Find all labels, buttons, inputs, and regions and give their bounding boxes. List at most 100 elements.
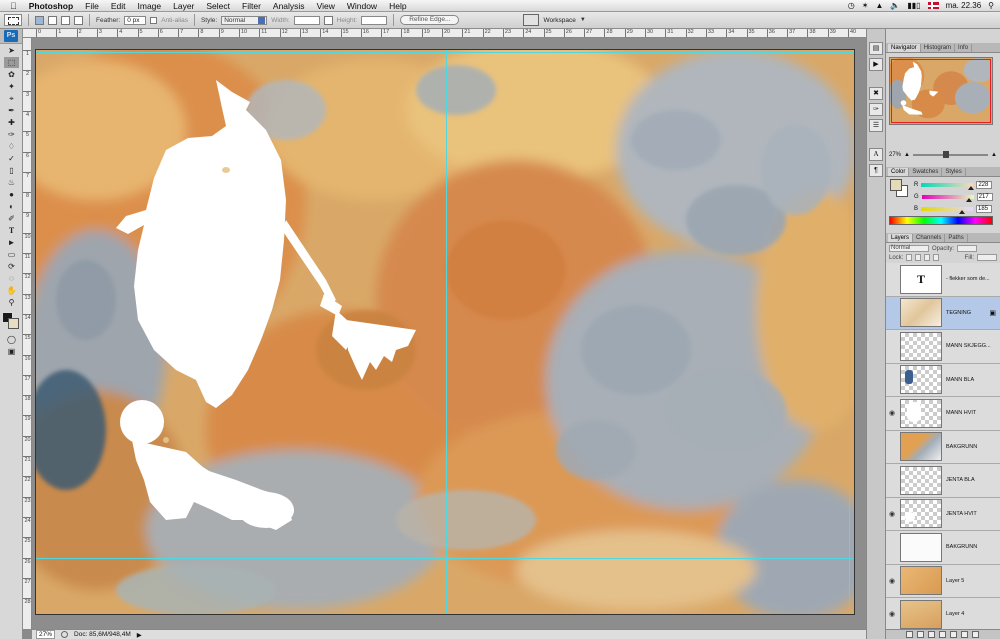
paragraph-panel-icon[interactable]: ¶ [869,164,883,177]
magic-wand-tool-icon[interactable]: ✦ [4,81,19,92]
layer-thumbnail[interactable] [900,398,942,428]
new-layer-icon[interactable] [961,631,968,638]
path-selection-tool-icon[interactable]: ► [4,237,19,248]
quick-mask-icon[interactable]: ◯ [4,334,19,345]
layer-name[interactable]: MANN HVIT [946,410,1000,416]
tab-swatches[interactable]: Swatches [909,168,943,176]
zoom-in-icon[interactable]: ▲ [991,152,997,158]
vertical-ruler[interactable]: 1 2 3 4 5 6 7 8 9 10 11 12 13 14 15 16 17 18 19 20 21 22 23 24 2… [23,38,32,629]
lasso-tool-icon[interactable]: ✿ [4,69,19,80]
menu-layer[interactable]: Layer [167,0,200,12]
layer-row[interactable]: ◉ MANN HVIT [886,397,1000,431]
lock-position-icon[interactable] [924,254,931,261]
eye-icon[interactable]: ◉ [886,409,898,417]
layer-name[interactable]: Layer 4 [946,611,1000,617]
clone-stamp-tool-icon[interactable]: ♢ [4,141,19,152]
tab-info[interactable]: Info [955,44,973,52]
new-selection-button[interactable] [35,15,44,25]
add-to-selection-button[interactable] [48,15,57,25]
color-swatches[interactable] [2,312,20,330]
menu-view[interactable]: View [311,0,341,12]
menu-select[interactable]: Select [200,0,236,12]
tab-layers[interactable]: Layers [888,234,914,242]
volume-icon[interactable]: 🔈 [890,1,900,10]
type-tool-icon[interactable]: T [4,225,19,236]
channel-b-slider[interactable] [921,207,974,214]
zoom-tool-icon[interactable]: ⚲ [4,297,19,308]
actions-panel-icon[interactable]: ▶ [869,58,883,71]
blur-tool-icon[interactable]: ● [4,189,19,200]
tool-preset-picker[interactable] [4,14,22,26]
background-color-swatch[interactable] [8,318,19,329]
layer-thumbnail[interactable] [900,432,942,462]
time-machine-icon[interactable]: ◷ [848,1,855,10]
3d-orbit-tool-icon[interactable]: ◌ [4,273,19,284]
workspace-menu[interactable]: Workspace [543,17,575,24]
eye-icon[interactable]: ◉ [886,610,898,618]
layer-row[interactable]: ◉ Layer 5 [886,564,1000,598]
app-menu[interactable]: Photoshop [23,0,79,12]
brush-tool-icon[interactable]: ✑ [4,129,19,140]
intersect-selection-button[interactable] [74,15,83,25]
blend-mode-select[interactable]: Normal [889,245,929,252]
tab-histogram[interactable]: Histogram [921,44,956,52]
layer-row[interactable]: MANN BLÅ [886,363,1000,397]
layer-thumbnail[interactable] [900,532,942,562]
navigator-view-box[interactable] [891,59,991,123]
layer-name[interactable]: Layer 5 [946,578,1000,584]
eye-icon[interactable]: ◉ [886,510,898,518]
tab-navigator[interactable]: Navigator [888,44,921,52]
dodge-tool-icon[interactable]: ◐ [4,201,19,212]
layer-name[interactable]: BAKGRUNN [946,444,1000,450]
slider-knob-icon[interactable] [967,186,974,190]
channel-r-slider[interactable] [921,183,974,190]
menu-window[interactable]: Window [341,0,383,12]
paint-bucket-tool-icon[interactable]: ♨ [4,177,19,188]
menu-edit[interactable]: Edit [105,0,132,12]
guide-vertical[interactable] [446,50,447,614]
menubar-clock[interactable]: ma. 22.36 [946,1,982,10]
delete-layer-icon[interactable] [972,631,979,638]
style-select[interactable]: Normal [221,15,268,25]
feather-input[interactable]: 0 px [124,15,147,25]
spotlight-icon[interactable]: ⚲ [988,1,994,10]
pen-tool-icon[interactable]: ✐ [4,213,19,224]
lock-all-icon[interactable] [933,254,940,261]
opacity-input[interactable] [957,245,978,252]
menu-filter[interactable]: Filter [236,0,267,12]
color-spectrum-bar[interactable] [889,216,993,225]
guide-vertical-right[interactable] [849,50,850,614]
layer-row[interactable]: JENTA BLÅ [886,464,1000,498]
shape-tool-icon[interactable]: ▭ [4,249,19,260]
zoom-out-icon[interactable]: ▲ [904,152,910,158]
layer-name[interactable]: JENTA HVIT [946,511,1000,517]
layer-row[interactable]: MANN SKJEGG... [886,330,1000,364]
hand-tool-icon[interactable]: ✋ [4,285,19,296]
tab-styles[interactable]: Styles [942,168,966,176]
horizontal-ruler[interactable]: 0 1 2 3 4 5 6 7 8 9 10 11 12 13 14 15 16 17 18 19 20 21 22 23 24… [23,29,866,38]
history-brush-tool-icon[interactable]: ✓ [4,153,19,164]
layer-style-icon[interactable] [917,631,924,638]
anti-alias-checkbox[interactable] [150,16,158,24]
layer-name[interactable]: TEGNING [946,310,989,316]
channel-g-slider[interactable] [921,195,974,202]
layer-thumbnail[interactable] [900,599,942,629]
navigator-zoom-slider[interactable] [912,151,989,158]
character-panel-icon[interactable]: A [869,148,883,161]
guide-horizontal-top[interactable] [36,52,854,53]
bluetooth-icon[interactable]: ✶ [862,1,869,10]
lock-transparent-icon[interactable] [906,254,913,261]
channel-b-input[interactable]: 185 [976,205,993,213]
layer-row[interactable]: BAKGRUNN [886,531,1000,565]
navigator-zoom-value[interactable]: 27% [889,152,901,158]
menu-file[interactable]: File [79,0,105,12]
layer-thumbnail[interactable] [900,298,942,328]
crop-tool-icon[interactable]: ⌖ [4,93,19,104]
link-layers-icon[interactable] [906,631,913,638]
clone-source-icon[interactable]: ☰ [869,119,883,132]
flag-icon[interactable] [927,2,939,9]
brushes-panel-icon[interactable]: ✑ [869,103,883,116]
wifi-icon[interactable]: ▲ [875,1,883,10]
layer-row[interactable]: ◉ Layer 4 [886,598,1000,632]
layer-name[interactable]: BAKGRUNN [946,544,1000,550]
